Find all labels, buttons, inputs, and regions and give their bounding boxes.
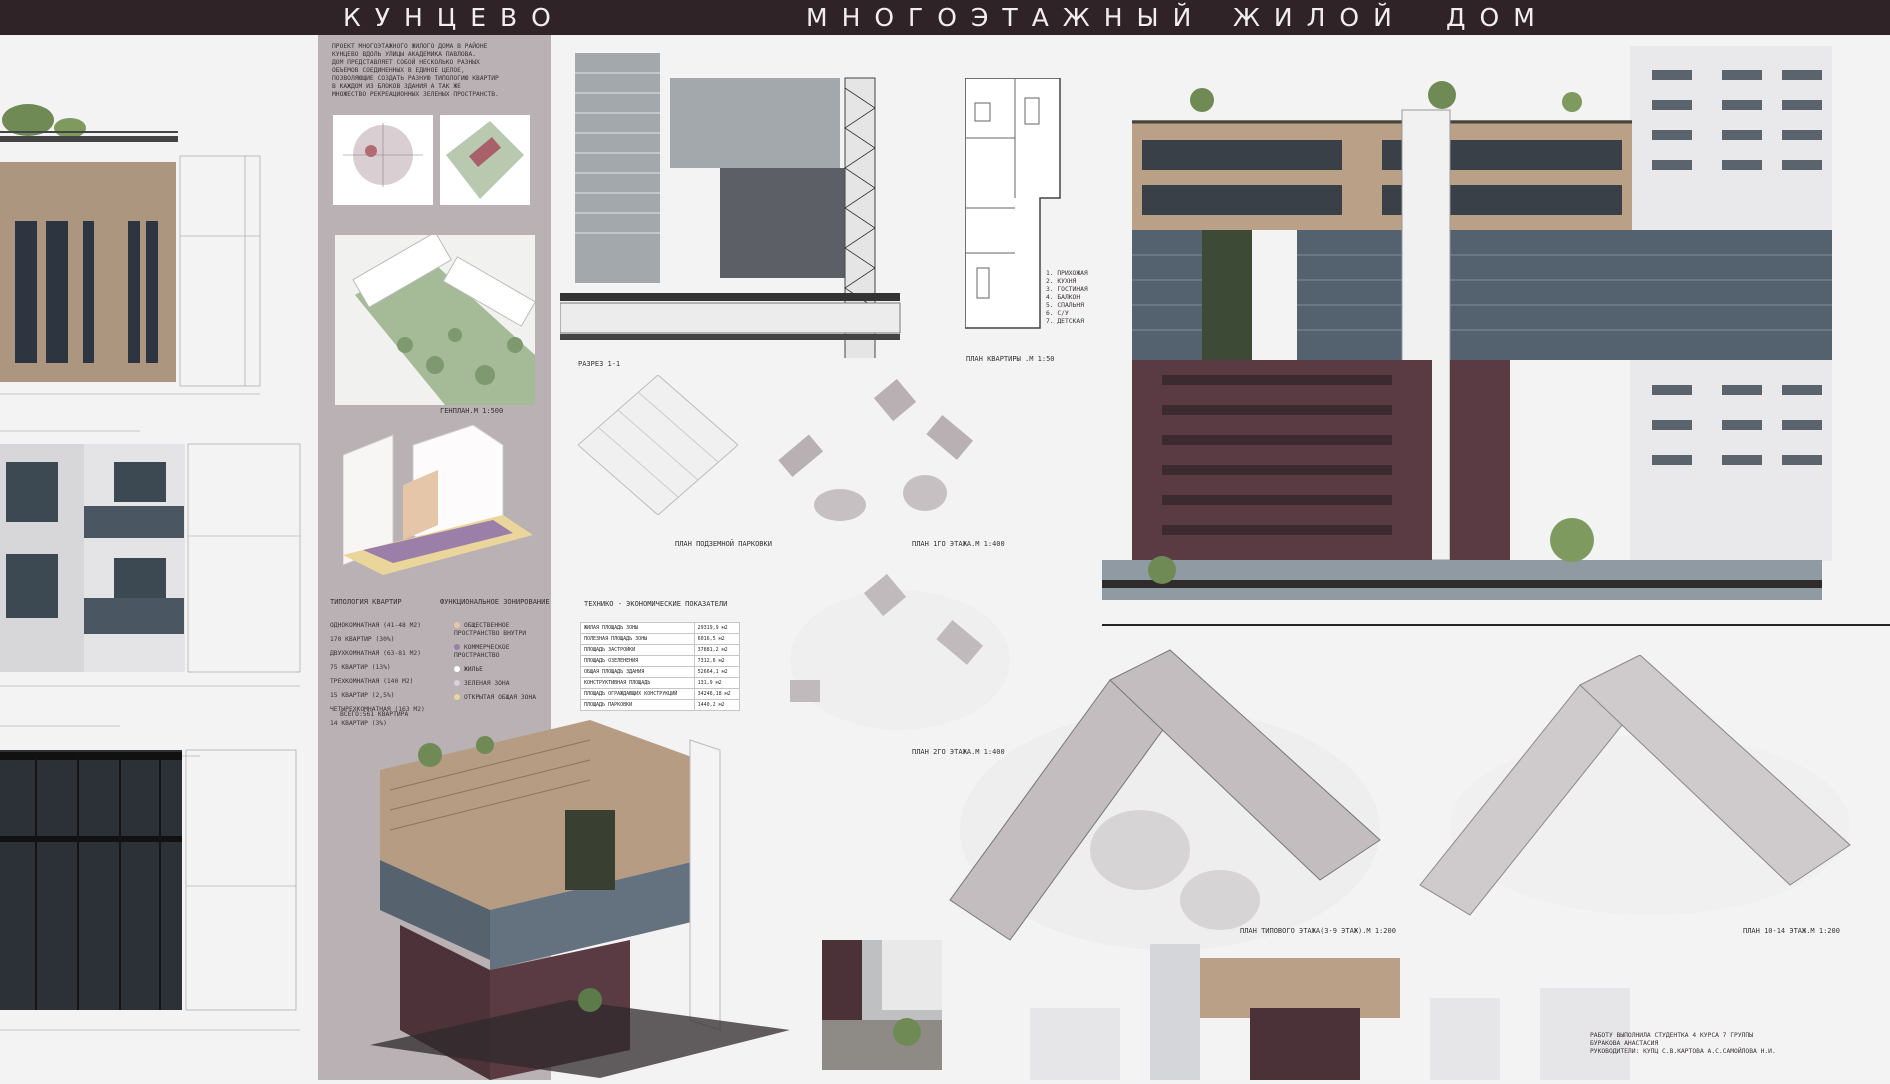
street-render xyxy=(822,940,942,1070)
parking-plan-label: ПЛАН ПОДЗЕМНОЙ ПАРКОВКИ xyxy=(675,540,772,548)
apartment-legend-item: 7. ДЕТСКАЯ xyxy=(1046,318,1084,325)
typology-title: ТИПОЛОГИЯ КВАРТИР xyxy=(330,598,402,606)
site-map xyxy=(440,115,530,205)
facade-detail-drawings xyxy=(0,36,318,1080)
apartment-legend-item: 1. ПРИХОЖАЯ xyxy=(1046,270,1088,277)
floor1-plan xyxy=(778,378,974,521)
facade-svg xyxy=(1102,46,1890,626)
table-row: ПЛОЩАДЬ ЗАСТРОЙКИ 37881,2 м2 xyxy=(580,644,741,656)
typology-item: ТРЕХКОМНАТНАЯ (140 М2) xyxy=(330,678,414,685)
zoning-axonometry xyxy=(343,425,533,575)
zoning-legend-item: КОММЕРЧЕСКОЕ ПРОСТРАНСТВО xyxy=(454,644,510,659)
section-drawing xyxy=(560,53,901,358)
credits-line: РАБОТУ ВЫПОЛНИЛА СТУДЕНТКА 4 КУРСА 7 ГРУ… xyxy=(1590,1032,1754,1039)
typology-item: 75 КВАРТИР (13%) xyxy=(330,664,391,671)
tep-title: ТЕХНИКО - ЭКОНОМИЧЕСКИЕ ПОКАЗАТЕЛИ xyxy=(584,600,728,608)
floor-10-14-label: ПЛАН 10-14 ЭТАЖ.М 1:200 xyxy=(1743,927,1840,935)
apartment-legend: 1. ПРИХОЖАЯ 2. КУХНЯ 3. ГОСТИНАЯ 4. БАЛК… xyxy=(1046,270,1088,326)
floor1-plan-label: ПЛАН 1ГО ЭТАЖА.М 1:400 xyxy=(912,540,1005,548)
typical-floor-label: ПЛАН ТИПОВОГО ЭТАЖА(3-9 ЭТАЖ).М 1:200 xyxy=(1240,927,1396,935)
apartment-legend-item: 2. КУХНЯ xyxy=(1046,278,1077,285)
project-description: ПРОЕКТ МНОГОЭТАЖНОГО ЖИЛОГО ДОМА В РАЙОН… xyxy=(332,43,499,98)
credits: РАБОТУ ВЫПОЛНИЛА СТУДЕНТКА 4 КУРСА 7 ГРУ… xyxy=(1590,1032,1776,1056)
credits-line: РУКОВОДИТЕЛИ: КУПЦ С.В.КАРТОВА А.С.САМОЙ… xyxy=(1590,1048,1776,1055)
title-word-2: ЖИЛОЙ xyxy=(1233,3,1406,32)
apartment-legend-item: 3. ГОСТИНАЯ xyxy=(1046,286,1088,293)
main-facade xyxy=(1102,40,1890,630)
district-title: КУНЦЕВО xyxy=(343,3,565,32)
facade-detail-svg xyxy=(0,104,301,1031)
tep-table: ЖИЛАЯ ПЛОЩАДЬ ЗОНЫ 29319,9 м2 ПОЛЕЗНАЯ ПЛ… xyxy=(580,622,741,711)
table-row: ПОЛЕЗНАЯ ПЛОЩАДЬ ЗОНЫ 6016,5 м2 xyxy=(580,633,741,645)
credits-line: БУРАКОВА АНАСТАСИЯ xyxy=(1590,1040,1659,1047)
table-row: ПЛОЩАДЬ ОГРАЖДАЮЩИХ КОНСТРУКЦИЙ 34246,18 … xyxy=(580,688,741,700)
apartment-legend-item: 5. СПАЛЬНЯ xyxy=(1046,302,1084,309)
floor-10-14-plan xyxy=(1419,655,1851,916)
typology-item: 15 КВАРТИР (2,5%) xyxy=(330,692,395,699)
typology-item: 170 КВАРТИР (30%) xyxy=(330,636,395,643)
table-row: ПЛОЩАДЬ ОЗЕЛЕНЕНИЯ 7312,6 м2 xyxy=(580,655,741,667)
genplan-label: ГЕНПЛАН.М 1:500 xyxy=(440,407,504,415)
header-bar: КУНЦЕВО МНОГОЭТАЖНЫЙ ЖИЛОЙ ДОМ xyxy=(0,0,1890,35)
table-row: КОНСТРУКТИВНАЯ ПЛОЩАДЬ 131,9 м2 xyxy=(580,677,741,689)
typology-item: ДВУХКОМНАТНАЯ (63-81 М2) xyxy=(330,650,421,657)
genplan-drawing xyxy=(335,235,535,405)
typology-item: ОДНОКОМНАТНАЯ (41-48 М2) xyxy=(330,622,421,629)
street-elevation xyxy=(1030,944,1630,1080)
axonometric-render xyxy=(370,720,790,1080)
section-label: РАЗРЕЗ 1-1 xyxy=(578,360,621,368)
title-word-3: ДОМ xyxy=(1446,3,1549,32)
table-row: ОБЩАЯ ПЛОЩАДЬ ЗДАНИЯ 52664,1 м2 xyxy=(580,666,741,678)
zoning-title: ФУНКЦИОНАЛЬНОЕ ЗОНИРОВАНИЕ xyxy=(440,598,550,606)
location-map xyxy=(333,115,433,205)
zoning-legend-item: ЗЕЛЕНАЯ ЗОНА xyxy=(454,680,549,688)
apartment-legend-item: 4. БАЛКОН xyxy=(1046,294,1081,301)
zoning-legend: ОБЩЕСТВЕННОЕ ПРОСТРАНСТВО ВНУТРИ КОММЕРЧ… xyxy=(454,622,549,708)
typical-floor-plan xyxy=(949,649,1381,950)
title-word-1: МНОГОЭТАЖНЫЙ xyxy=(806,3,1206,32)
apartment-legend-item: 6. С/У xyxy=(1046,310,1069,317)
table-row: ПЛОЩАДЬ ПАРКОВКИ 1440,2 м2 xyxy=(580,699,741,711)
parking-plan xyxy=(578,375,738,515)
table-row: ЖИЛАЯ ПЛОЩАДЬ ЗОНЫ 29319,9 м2 xyxy=(580,622,741,634)
zoning-legend-item: ОБЩЕСТВЕННОЕ ПРОСТРАНСТВО ВНУТРИ xyxy=(454,622,527,637)
zoning-legend-item: ЖИЛЬЕ xyxy=(454,666,549,674)
apartment-plan-label: ПЛАН КВАРТИРЫ .М 1:50 xyxy=(966,355,1055,363)
